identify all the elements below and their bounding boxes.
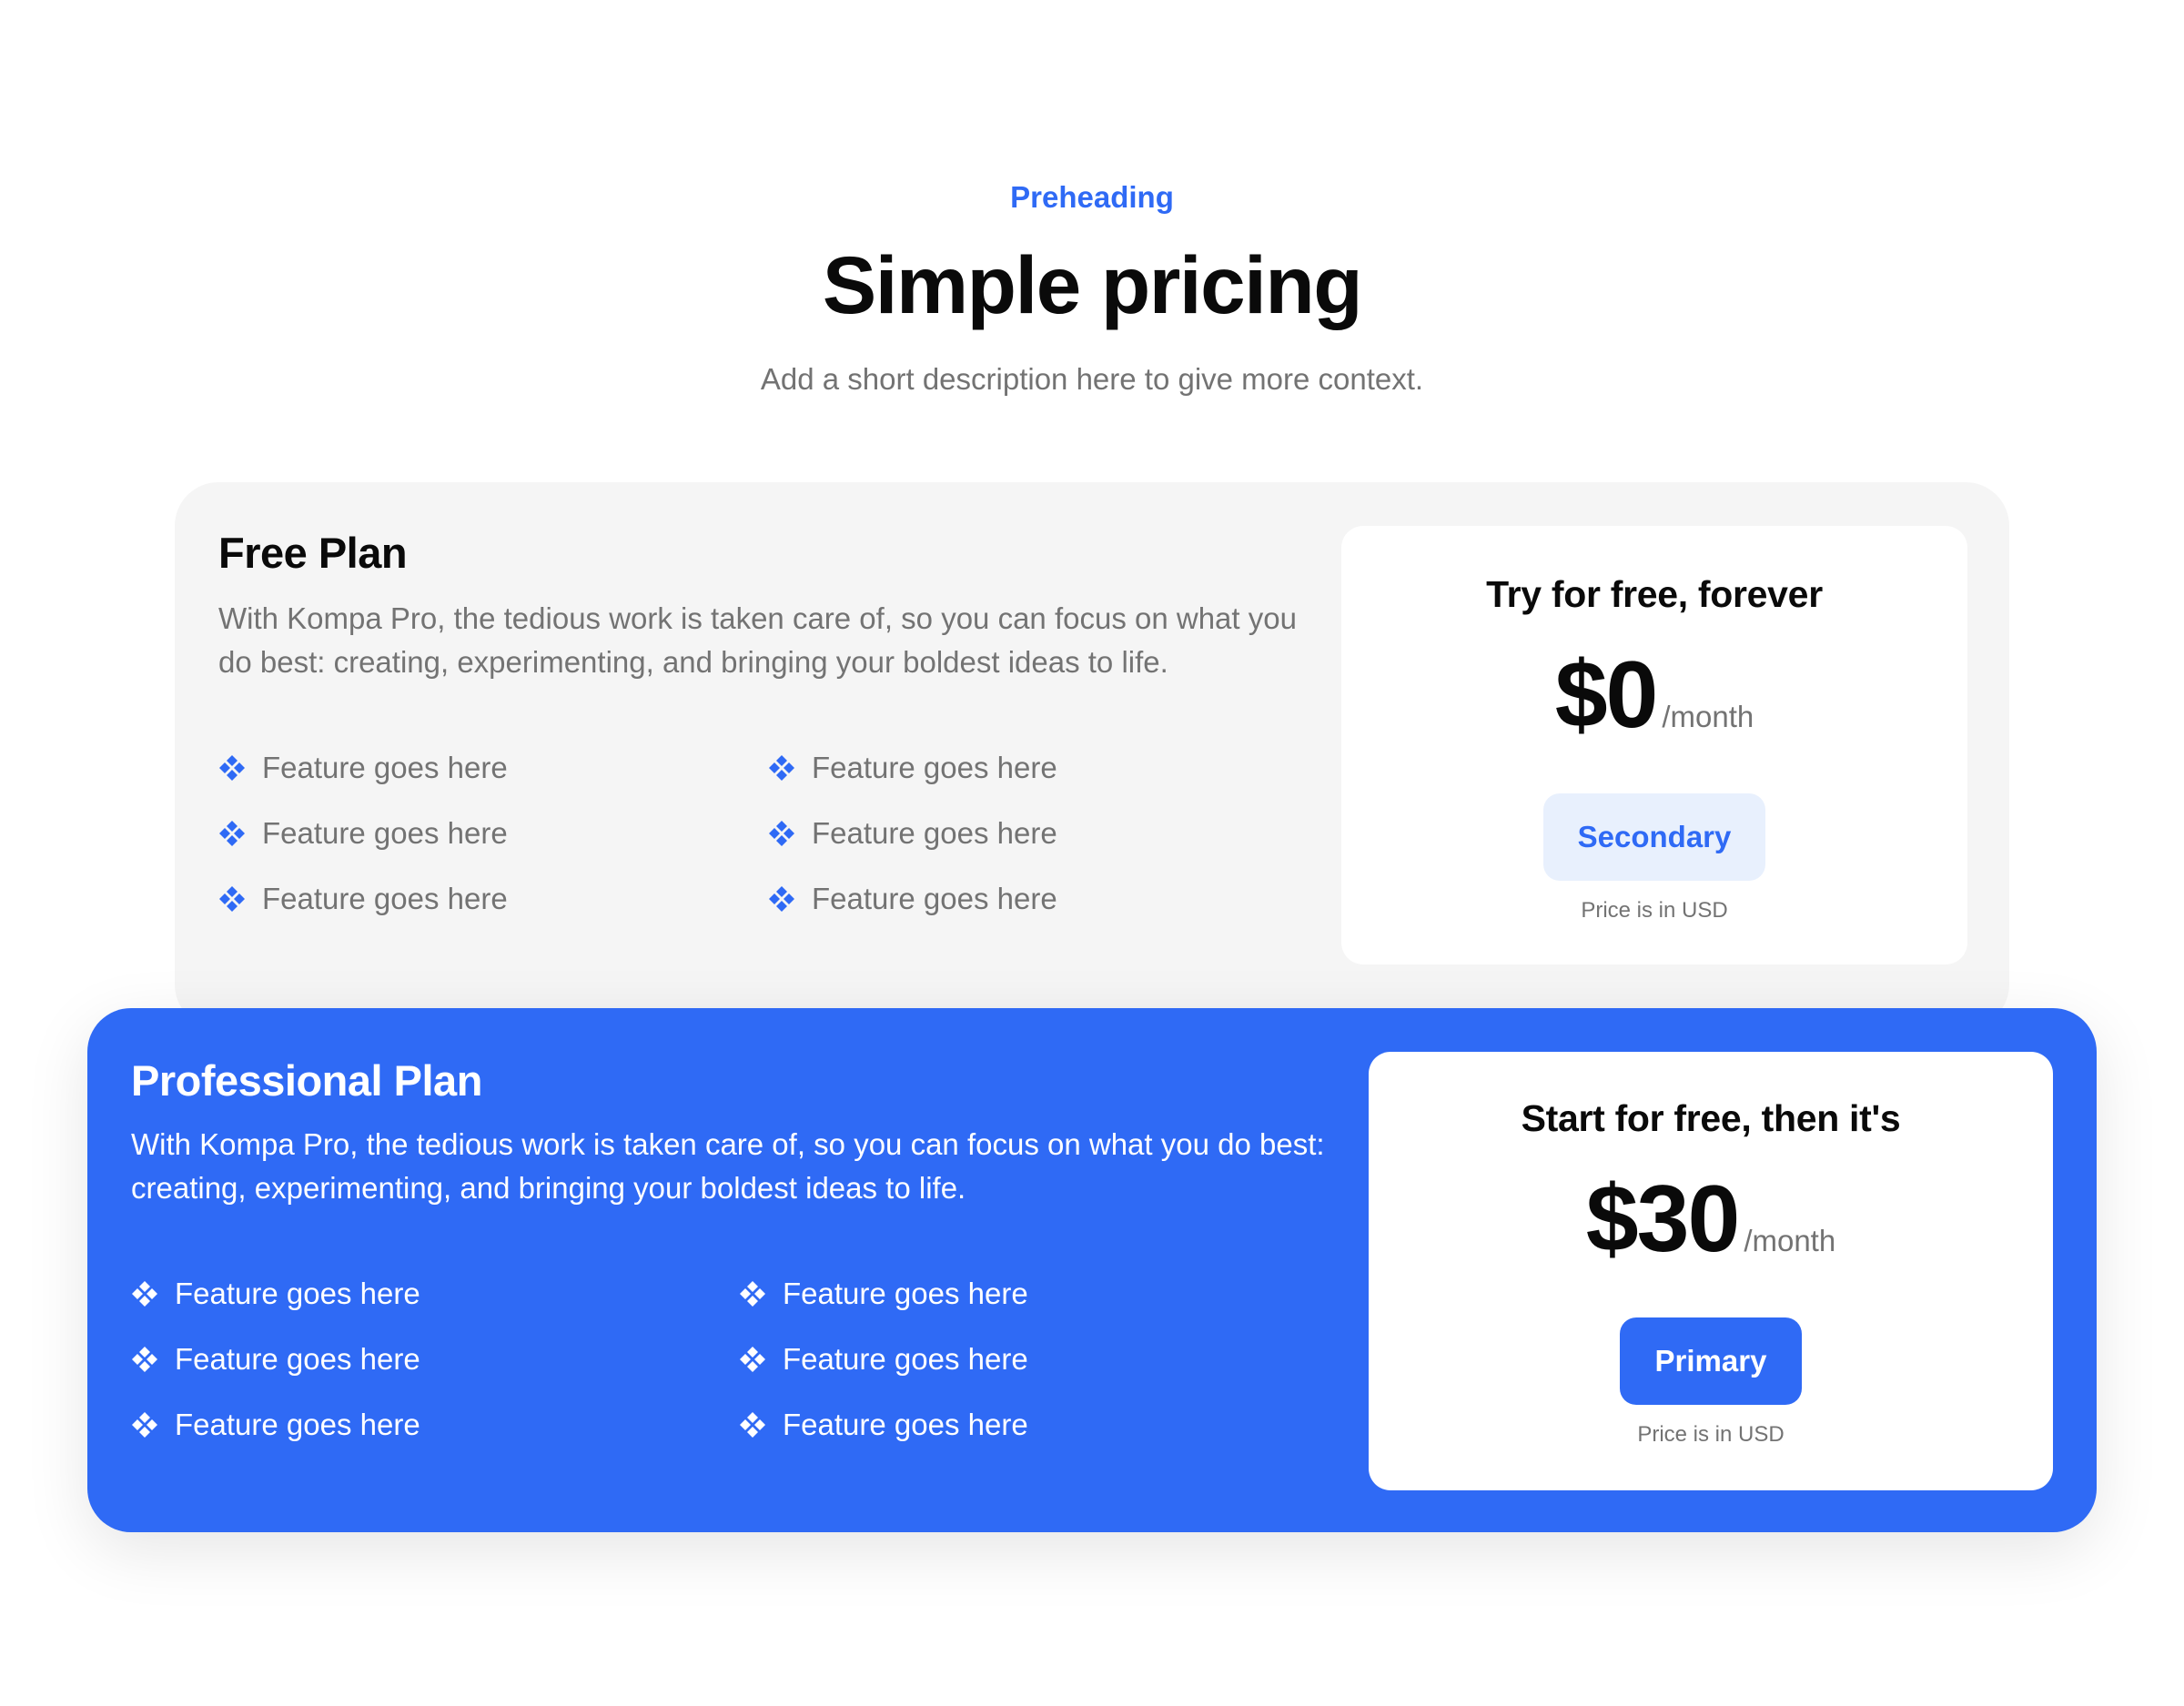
feature-item: Feature goes here [218, 877, 508, 921]
primary-button[interactable]: Primary [1620, 1317, 1802, 1405]
feature-label: Feature goes here [175, 1342, 420, 1376]
diamond-cluster-icon [132, 1412, 157, 1438]
price-period: /month [1744, 1224, 1836, 1257]
price-amount: $30 [1585, 1166, 1741, 1272]
feature-label: Feature goes here [262, 816, 508, 850]
feature-label: Feature goes here [783, 1408, 1028, 1441]
feature-item: Feature goes here [218, 746, 508, 790]
diamond-cluster-icon [769, 886, 794, 912]
feature-item: Feature goes here [739, 1272, 1028, 1316]
feature-item: Feature goes here [131, 1272, 420, 1316]
professional-plan-card: Professional Plan With Kompa Pro, the te… [87, 1008, 2097, 1532]
feature-item: Feature goes here [768, 812, 1057, 855]
diamond-cluster-icon [219, 755, 245, 781]
price-heading: Try for free, forever [1486, 573, 1823, 615]
diamond-cluster-icon [132, 1281, 157, 1307]
professional-price-box: Start for free, then it's $30 /month Pri… [1369, 1052, 2053, 1490]
feature-item: Feature goes here [131, 1403, 420, 1447]
pricing-page: Preheading Simple pricing Add a short de… [0, 0, 2184, 1706]
diamond-cluster-icon [769, 821, 794, 846]
feature-label: Feature goes here [812, 816, 1057, 850]
feature-label: Feature goes here [783, 1342, 1028, 1376]
plan-name: Professional Plan [131, 1056, 482, 1105]
price-heading: Start for free, then it's [1521, 1097, 1901, 1139]
diamond-cluster-icon [740, 1347, 765, 1372]
plan-description: With Kompa Pro, the tedious work is take… [218, 601, 1297, 679]
feature-label: Feature goes here [175, 1408, 420, 1441]
price-row: $30 /month [1369, 1165, 2053, 1274]
diamond-cluster-icon [740, 1281, 765, 1307]
free-plan-card: Free Plan With Kompa Pro, the tedious wo… [175, 482, 2009, 1028]
feature-item: Feature goes here [739, 1338, 1028, 1381]
diamond-cluster-icon [769, 755, 794, 781]
page-subtitle: Add a short description here to give mor… [760, 362, 1424, 396]
plan-description: With Kompa Pro, the tedious work is take… [131, 1127, 1325, 1205]
free-price-box: Try for free, forever $0 /month Secondar… [1341, 526, 1967, 964]
feature-label: Feature goes here [175, 1277, 420, 1310]
feature-label: Feature goes here [812, 882, 1057, 915]
feature-item: Feature goes here [739, 1403, 1028, 1447]
price-note: Price is in USD [1637, 1422, 1785, 1447]
diamond-cluster-icon [219, 821, 245, 846]
feature-label: Feature goes here [262, 882, 508, 915]
page-title: Simple pricing [822, 239, 1363, 330]
diamond-cluster-icon [219, 886, 245, 912]
price-row: $0 /month [1341, 641, 1967, 750]
price-note: Price is in USD [1581, 898, 1728, 923]
plan-name: Free Plan [218, 529, 408, 577]
feature-label: Feature goes here [262, 751, 508, 784]
diamond-cluster-icon [132, 1347, 157, 1372]
feature-item: Feature goes here [131, 1338, 420, 1381]
price-period: /month [1662, 700, 1754, 733]
feature-item: Feature goes here [768, 746, 1057, 790]
secondary-button[interactable]: Secondary [1543, 793, 1765, 881]
feature-label: Feature goes here [812, 751, 1057, 784]
preheading: Preheading [1010, 180, 1174, 214]
feature-item: Feature goes here [218, 812, 508, 855]
diamond-cluster-icon [740, 1412, 765, 1438]
feature-item: Feature goes here [768, 877, 1057, 921]
pricing-header: Preheading Simple pricing Add a short de… [0, 173, 2184, 402]
price-amount: $0 [1554, 642, 1659, 748]
feature-label: Feature goes here [783, 1277, 1028, 1310]
